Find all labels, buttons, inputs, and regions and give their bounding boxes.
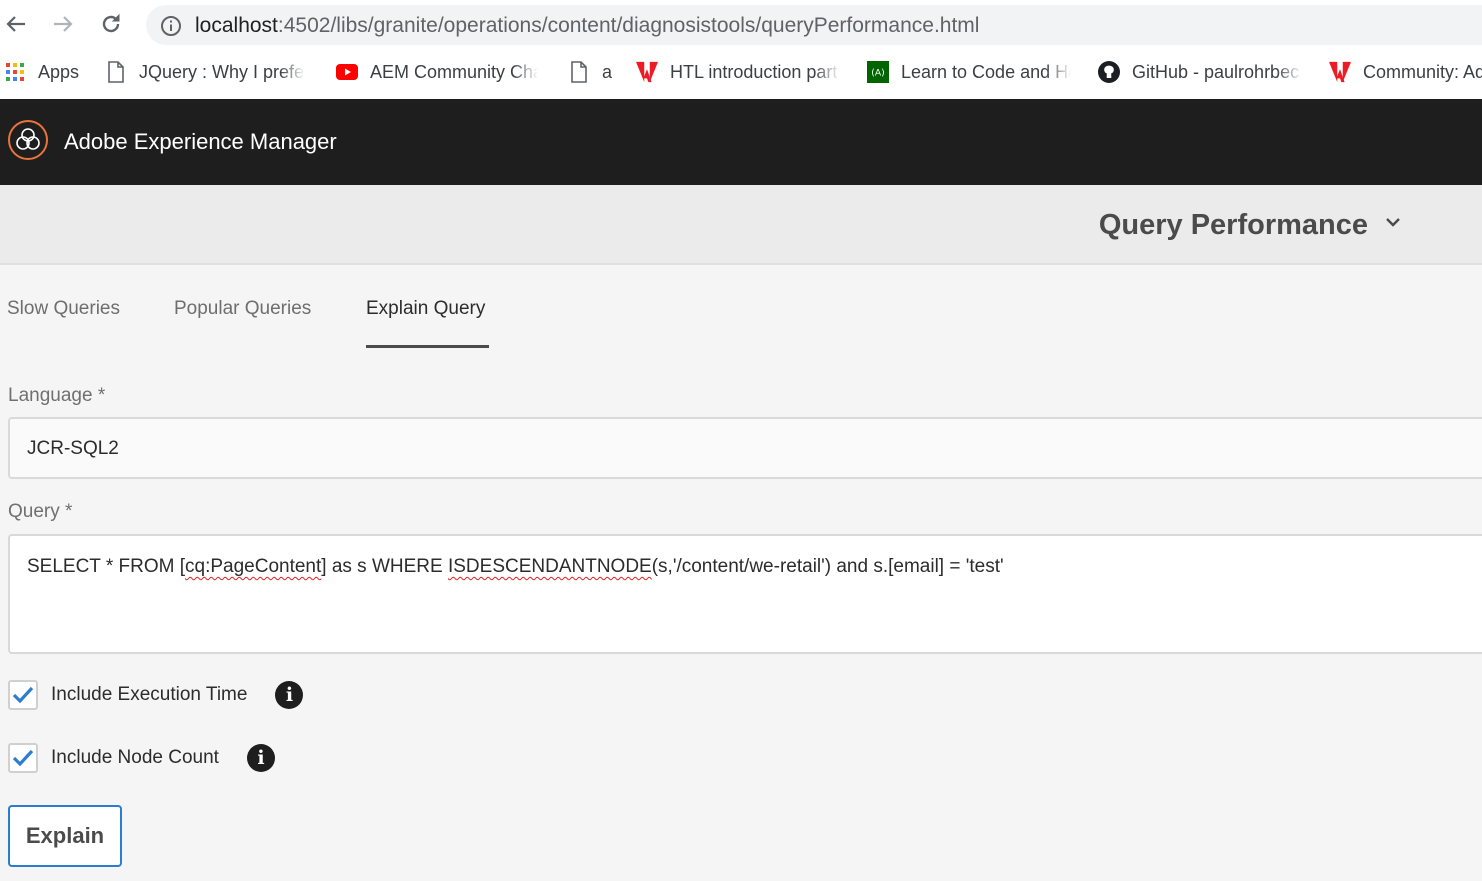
checkmark-icon [12, 749, 34, 767]
bookmark-label: JQuery : Why I prefer [139, 61, 305, 82]
query-text: SELECT * FROM [cq:PageContent] as s WHER… [27, 556, 1004, 578]
site-info-icon[interactable] [160, 15, 182, 42]
svg-text:(A): (A) [871, 68, 884, 79]
bookmark-apps[interactable]: Apps [4, 59, 79, 85]
tab-explain-query[interactable]: Explain Query [366, 298, 489, 348]
include-node-count-label[interactable]: Include Node Count [51, 747, 219, 769]
reload-icon [102, 13, 120, 33]
query-text-misspelled: ISDESCENDANTNODE [447, 556, 652, 577]
url-host: localhost [195, 14, 278, 37]
query-text-part: ] as s WHERE [321, 556, 448, 577]
back-arrow-icon [6, 16, 25, 32]
github-icon [1098, 61, 1120, 83]
adobe-icon [1329, 61, 1351, 83]
url-path: :4502/libs/granite/operations/content/di… [277, 14, 980, 37]
browser-toolbar: localhost:4502/libs/granite/operations/c… [0, 0, 1482, 99]
page-icon [105, 61, 127, 83]
include-execution-time-row: Include Execution Time i [8, 678, 304, 712]
bookmark-community[interactable]: Community: Ad [1329, 59, 1482, 85]
query-text-part: SELECT * FROM [ [27, 556, 186, 577]
bookmark-label: HTL introduction part [670, 61, 838, 82]
bookmarks-bar: Apps JQuery : Why I prefer AEM Community… [0, 54, 1482, 90]
page-title[interactable]: Query Performance [1099, 209, 1368, 242]
bookmark-aem-community[interactable]: AEM Community Cha [336, 59, 538, 85]
app-title[interactable]: Adobe Experience Manager [64, 129, 337, 155]
forward-arrow-icon [54, 16, 73, 32]
bookmark-htl[interactable]: HTL introduction part [636, 59, 840, 85]
query-text-part: (s,'/content/we-retail') and s.[email] =… [651, 556, 1004, 577]
aem-header: Adobe Experience Manager [0, 99, 1482, 185]
bookmark-label: a [602, 61, 613, 82]
query-label: Query * [8, 501, 73, 522]
bookmark-freecodecamp[interactable]: (A) Learn to Code and He [867, 59, 1071, 85]
bookmark-label: Community: Ad [1363, 61, 1482, 82]
bookmark-label: Apps [38, 61, 80, 82]
language-label: Language * [8, 385, 106, 406]
include-execution-time-label[interactable]: Include Execution Time [51, 684, 247, 706]
bookmark-a[interactable]: a [568, 59, 612, 85]
forward-button[interactable] [47, 8, 79, 40]
bookmark-github[interactable]: GitHub - paulrohrbec [1098, 59, 1302, 85]
info-icon[interactable]: i [275, 681, 304, 709]
chevron-down-icon[interactable] [1384, 215, 1402, 234]
bookmark-jquery[interactable]: JQuery : Why I prefer [105, 59, 305, 85]
explain-button[interactable]: Explain [8, 805, 122, 867]
tab-list: Slow Queries Popular Queries Explain Que… [0, 290, 1482, 350]
youtube-icon [336, 61, 358, 83]
checkmark-icon [12, 686, 34, 704]
bookmark-label: Learn to Code and He [901, 61, 1071, 82]
include-node-count-row: Include Node Count i [8, 741, 275, 775]
bookmark-label: AEM Community Cha [370, 61, 538, 82]
include-node-count-checkbox[interactable] [8, 743, 38, 773]
tab-slow-queries[interactable]: Slow Queries [7, 298, 120, 348]
reload-button[interactable] [95, 8, 127, 40]
freecodecamp-icon: (A) [867, 61, 889, 83]
query-textarea[interactable]: SELECT * FROM [cq:PageContent] as s WHER… [8, 534, 1482, 654]
tab-popular-queries[interactable]: Popular Queries [174, 298, 311, 348]
title-bar: Query Performance [0, 185, 1482, 265]
adobe-icon [636, 61, 658, 83]
info-icon[interactable]: i [246, 744, 275, 772]
aem-logo-icon[interactable] [8, 120, 48, 160]
bookmark-label: GitHub - paulrohrbec [1132, 61, 1300, 82]
language-select[interactable]: JCR-SQL2 [8, 417, 1482, 479]
address-bar[interactable]: localhost:4502/libs/granite/operations/c… [146, 5, 1482, 45]
apps-grid-icon [4, 61, 26, 83]
back-button[interactable] [0, 8, 32, 40]
language-value: JCR-SQL2 [27, 438, 119, 459]
include-execution-time-checkbox[interactable] [8, 680, 38, 710]
url-text: localhost:4502/libs/granite/operations/c… [195, 14, 979, 38]
page-icon [568, 61, 590, 83]
query-text-misspelled: cq:PageContent [185, 556, 322, 577]
